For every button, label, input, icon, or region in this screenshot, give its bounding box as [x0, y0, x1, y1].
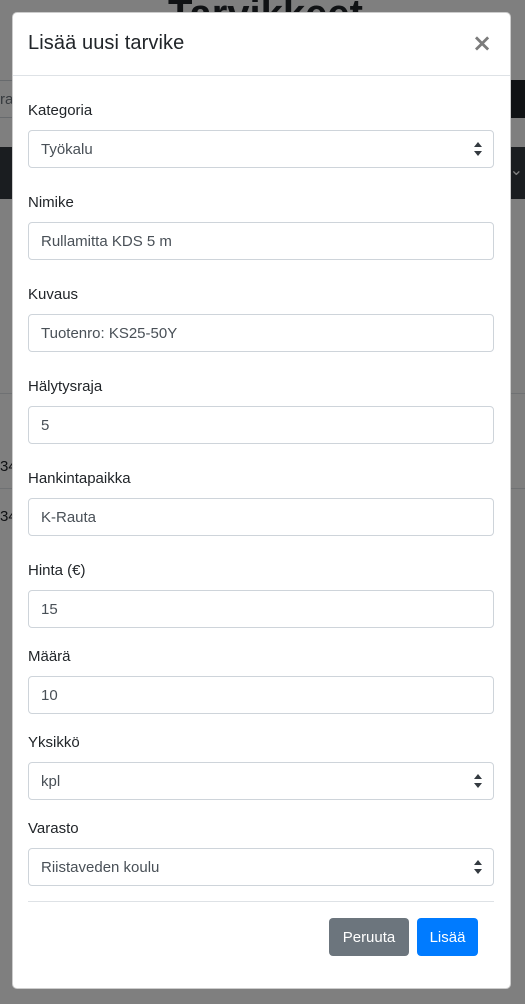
price-label: Hinta (€) — [28, 562, 86, 579]
supplier-label: Hankintapaikka — [28, 470, 131, 487]
quantity-input[interactable] — [28, 676, 494, 714]
warehouse-select-box[interactable]: Riistaveden koulu — [28, 848, 494, 886]
alert-limit-label: Hälytysraja — [28, 378, 103, 395]
unit-label: Yksikkö — [28, 734, 80, 751]
add-item-modal: Lisää uusi tarvike × Kategoria Työkalu N… — [12, 12, 511, 989]
cancel-button[interactable]: Peruuta — [329, 918, 409, 956]
unit-select-box[interactable]: kpl — [28, 762, 494, 800]
alert-limit-input[interactable] — [28, 406, 494, 444]
name-label: Nimike — [28, 194, 74, 211]
unit-value: kpl — [41, 773, 61, 790]
modal-header: Lisää uusi tarvike × — [13, 13, 510, 76]
modal-footer-divider — [28, 901, 494, 902]
price-input[interactable] — [28, 590, 494, 628]
category-label: Kategoria — [28, 102, 93, 119]
warehouse-select[interactable]: Riistaveden koulu — [28, 848, 494, 886]
add-button[interactable]: Lisää — [417, 918, 478, 956]
description-label: Kuvaus — [28, 286, 79, 303]
unit-select[interactable]: kpl — [28, 762, 494, 800]
category-value: Työkalu — [41, 141, 93, 158]
select-arrows-icon — [474, 774, 482, 788]
category-select-box[interactable]: Työkalu — [28, 130, 494, 168]
category-select[interactable]: Työkalu — [28, 130, 494, 168]
warehouse-label: Varasto — [28, 820, 79, 837]
close-button[interactable]: × — [470, 29, 494, 57]
modal-title: Lisää uusi tarvike — [28, 32, 185, 54]
select-arrows-icon — [474, 860, 482, 874]
warehouse-value: Riistaveden koulu — [41, 859, 160, 876]
select-arrows-icon — [474, 142, 482, 156]
supplier-input[interactable] — [28, 498, 494, 536]
description-input[interactable] — [28, 314, 494, 352]
name-input[interactable] — [28, 222, 494, 260]
quantity-label: Määrä — [28, 648, 71, 665]
